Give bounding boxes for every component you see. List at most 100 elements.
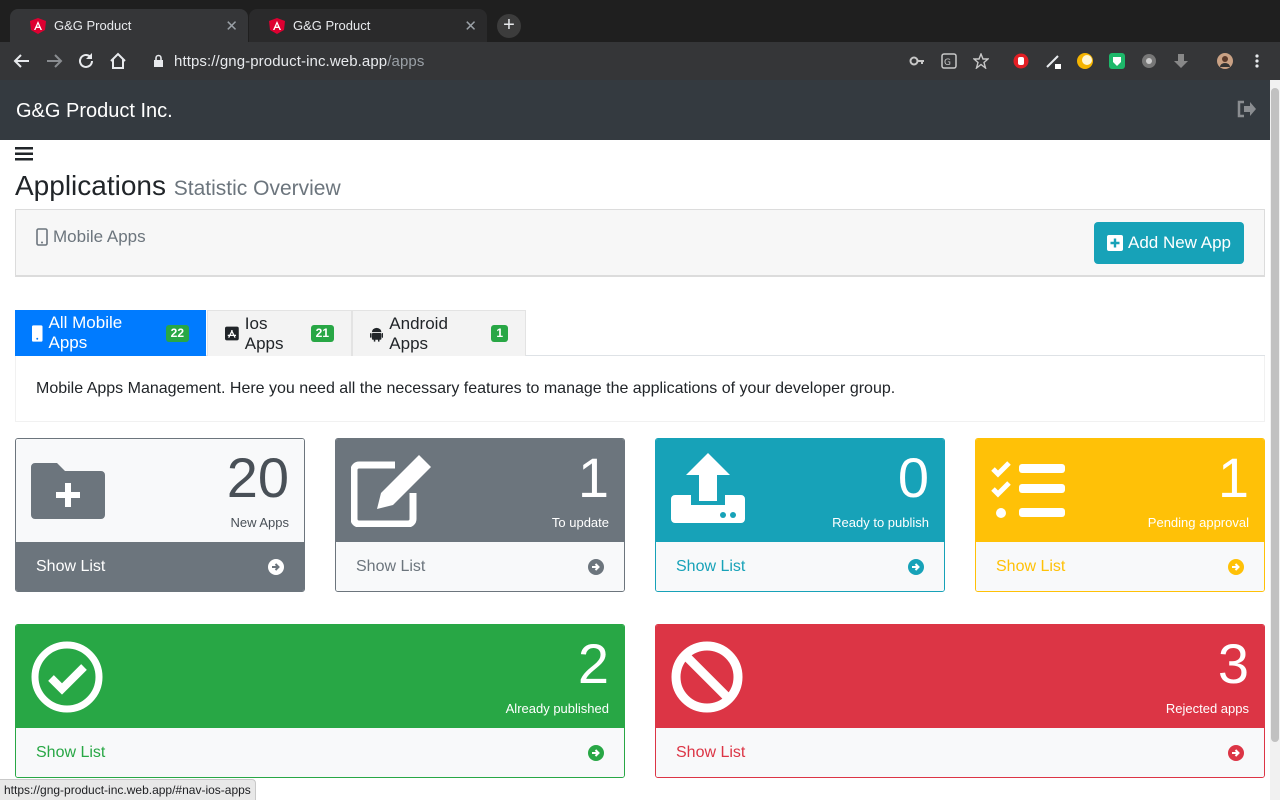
stat-card-body: 1 To update xyxy=(336,439,624,542)
download-icon[interactable] xyxy=(1173,53,1189,69)
arrow-circle-right-icon xyxy=(908,559,924,575)
arrow-circle-right-icon xyxy=(588,745,604,761)
show-list-link[interactable]: Show List xyxy=(16,728,624,777)
lock-icon xyxy=(154,54,163,67)
brand-title[interactable]: G&G Product Inc. xyxy=(16,100,173,123)
stat-card-body: 3 Rejected apps xyxy=(656,625,1264,728)
show-list-link[interactable]: Show List xyxy=(656,542,944,591)
android-icon xyxy=(370,327,384,342)
browser-toolbar: https://gng-product-inc.web.app/apps G xyxy=(0,42,1280,80)
page-subtitle: Statistic Overview xyxy=(173,177,341,200)
ban-icon xyxy=(671,641,743,713)
reload-icon[interactable] xyxy=(76,51,96,71)
page-title-text: Applications xyxy=(15,170,166,201)
show-list-link[interactable]: Show List xyxy=(336,542,624,591)
show-list-link[interactable]: Show List xyxy=(16,542,304,591)
extension-moon-icon[interactable] xyxy=(1077,53,1093,69)
arrow-circle-right-icon xyxy=(268,559,284,575)
extension-pen-icon[interactable] xyxy=(1045,53,1061,69)
upload-icon xyxy=(671,453,745,523)
add-new-app-label: Add New App xyxy=(1127,233,1231,252)
key-icon[interactable] xyxy=(909,53,925,69)
add-new-app-button[interactable]: Add New App xyxy=(1093,222,1244,264)
count-badge: 1 xyxy=(491,325,508,342)
stat-count: 1 xyxy=(1217,446,1249,509)
tab-title: G&G Product xyxy=(293,18,371,33)
menu-dots-icon[interactable] xyxy=(1249,53,1265,69)
hamburger-menu-icon[interactable] xyxy=(15,146,33,162)
extension-stop-icon[interactable] xyxy=(1013,53,1029,69)
angular-icon xyxy=(269,17,285,34)
star-icon[interactable] xyxy=(973,53,989,69)
stat-label: Ready to publish xyxy=(832,515,929,530)
plus-square-icon xyxy=(1106,235,1123,251)
scrollbar-thumb[interactable] xyxy=(1271,88,1279,742)
tab-label: Android Apps xyxy=(389,313,448,353)
stat-count: 2 xyxy=(577,632,609,695)
stat-card-to-update: 1 To update Show List xyxy=(335,438,625,592)
mobile-apps-panel-header: Mobile Apps Add New App xyxy=(15,209,1265,277)
checklist-icon xyxy=(991,461,1065,518)
link-status-bar: https://gng-product-inc.web.app/#nav-ios… xyxy=(0,779,256,800)
browser-tab[interactable]: G&G Product ✕ xyxy=(249,9,487,42)
panel-title-text: Mobile Apps xyxy=(53,227,146,246)
platform-tabs: All Mobile Apps 22 Ios Apps 21 Android A… xyxy=(15,310,1265,356)
forward-icon[interactable] xyxy=(44,51,64,71)
show-list-label: Show List xyxy=(676,744,746,761)
stat-count: 1 xyxy=(577,446,609,509)
tab-android-apps[interactable]: Android Apps 1 xyxy=(352,310,526,356)
tab-label: All Mobile Apps xyxy=(48,313,123,352)
close-icon[interactable]: ✕ xyxy=(225,17,238,35)
stat-label: To update xyxy=(551,515,609,530)
stat-card-body: 20 New Apps xyxy=(16,439,304,542)
show-list-label: Show List xyxy=(356,558,426,575)
profile-avatar-icon[interactable] xyxy=(1217,53,1233,69)
back-icon[interactable] xyxy=(12,51,32,71)
tab-ios-apps[interactable]: Ios Apps 21 xyxy=(207,310,352,356)
browser-tab[interactable]: G&G Product ✕ xyxy=(10,9,248,42)
show-list-label: Show List xyxy=(996,558,1066,575)
show-list-label: Show List xyxy=(36,744,106,761)
browser-tabbar: G&G Product ✕ G&G Product ✕ + xyxy=(0,0,1280,42)
show-list-link[interactable]: Show List xyxy=(656,728,1264,777)
close-icon[interactable]: ✕ xyxy=(464,17,477,35)
stat-label: Rejected apps xyxy=(1165,701,1249,716)
home-icon[interactable] xyxy=(108,51,128,71)
new-tab-button[interactable]: + xyxy=(497,14,521,38)
stat-card-body: 1 Pending approval xyxy=(976,439,1264,542)
stat-card-body: 2 Already published xyxy=(16,625,624,728)
show-list-link[interactable]: Show List xyxy=(976,542,1264,591)
address-bar[interactable]: https://gng-product-inc.web.app/apps xyxy=(142,46,1002,76)
edit-icon xyxy=(351,455,431,527)
tab-label: Ios Apps xyxy=(244,313,284,353)
check-circle-icon xyxy=(31,641,103,713)
show-list-label: Show List xyxy=(676,558,746,575)
stat-label: New Apps xyxy=(230,515,289,530)
translate-icon[interactable]: G xyxy=(941,53,957,69)
stat-card-already-published: 2 Already published Show List xyxy=(15,624,625,778)
stat-count: 3 xyxy=(1217,632,1249,695)
arrow-circle-right-icon xyxy=(588,559,604,575)
app-navbar: G&G Product Inc. xyxy=(0,80,1270,140)
url-host: https://gng-product-inc.web.app xyxy=(174,53,388,70)
svg-text:G: G xyxy=(944,58,951,68)
tab-all-mobile-apps[interactable]: All Mobile Apps 22 xyxy=(15,310,206,356)
mobile-icon xyxy=(36,228,48,246)
url-text: https://gng-product-inc.web.app/apps xyxy=(174,53,424,70)
logout-icon[interactable] xyxy=(1236,100,1256,118)
page-title: Applications Statistic Overview xyxy=(15,170,341,202)
count-badge: 22 xyxy=(165,324,189,342)
stat-card-rejected-apps: 3 Rejected apps Show List xyxy=(655,624,1265,778)
url-path: /apps xyxy=(387,53,425,70)
stat-card-body: 0 Ready to publish xyxy=(656,439,944,542)
extension-globe-icon[interactable] xyxy=(1141,53,1157,69)
tab-description: Mobile Apps Management. Here you need al… xyxy=(36,380,896,397)
extension-shield-icon[interactable] xyxy=(1109,53,1125,69)
folder-plus-icon xyxy=(31,463,105,519)
stat-label: Pending approval xyxy=(1147,515,1249,530)
arrow-circle-right-icon xyxy=(1228,559,1244,575)
tab-description-panel: Mobile Apps Management. Here you need al… xyxy=(15,356,1265,422)
stat-card-new-apps: 20 New Apps Show List xyxy=(15,438,305,592)
stat-card-ready-to-publish: 0 Ready to publish Show List xyxy=(655,438,945,592)
panel-title: Mobile Apps xyxy=(36,227,146,247)
